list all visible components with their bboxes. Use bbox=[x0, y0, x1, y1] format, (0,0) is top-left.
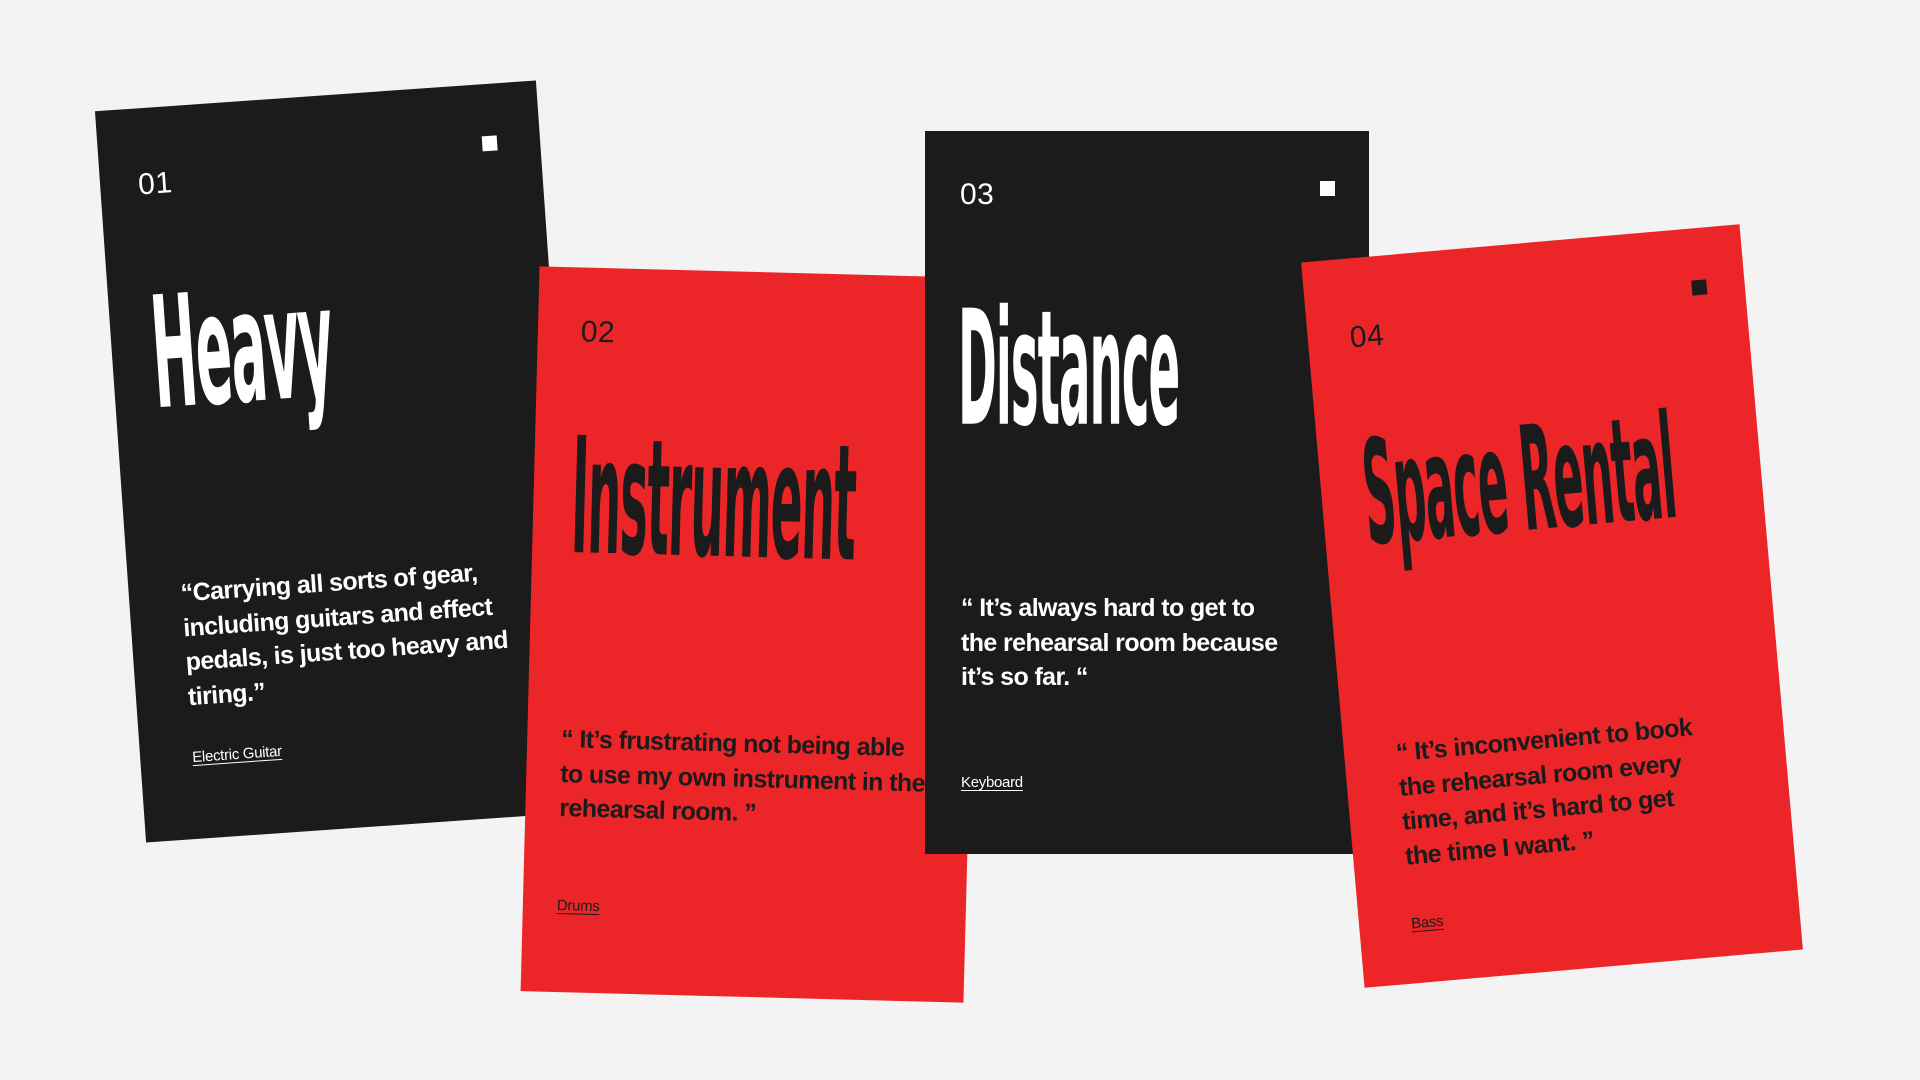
canvas: 01 Heavy “Carrying all sorts of gear, in… bbox=[0, 0, 1920, 1080]
card-number: 04 bbox=[1348, 318, 1386, 355]
corner-square-icon bbox=[481, 135, 498, 152]
card-title: Instrument bbox=[569, 403, 859, 598]
card-title: Distance bbox=[958, 276, 1180, 463]
card-number: 01 bbox=[137, 166, 174, 202]
card-tag-link[interactable]: Keyboard bbox=[961, 774, 1023, 791]
card-tag-link[interactable]: Drums bbox=[557, 897, 600, 915]
card-quote: “ It’s inconvenient to book the rehearsa… bbox=[1395, 713, 1694, 871]
card-tag-link[interactable]: Bass bbox=[1410, 913, 1444, 933]
card-instrument: 02 Instrument “ It’s frustrating not bei… bbox=[520, 266, 983, 1003]
card-quote: “Carrying all sorts of gear, including g… bbox=[179, 558, 509, 711]
card-title: Heavy bbox=[145, 252, 339, 446]
card-distance: 03 Distance “ It’s always hard to get to… bbox=[925, 131, 1369, 854]
card-number: 02 bbox=[580, 315, 616, 350]
card-space-rental: 04 Space Rental “ It’s inconvenient to b… bbox=[1301, 224, 1803, 988]
card-heavy: 01 Heavy “Carrying all sorts of gear, in… bbox=[94, 80, 588, 843]
corner-square-icon bbox=[1320, 181, 1335, 196]
card-title: Space Rental bbox=[1356, 384, 1682, 579]
card-number: 03 bbox=[960, 178, 995, 211]
card-quote: “ It’s frustrating not being able to use… bbox=[559, 725, 926, 828]
card-quote: “ It’s always hard to get to the rehears… bbox=[961, 594, 1278, 691]
card-tag-link[interactable]: Electric Guitar bbox=[192, 743, 283, 766]
corner-square-icon bbox=[1691, 279, 1708, 296]
